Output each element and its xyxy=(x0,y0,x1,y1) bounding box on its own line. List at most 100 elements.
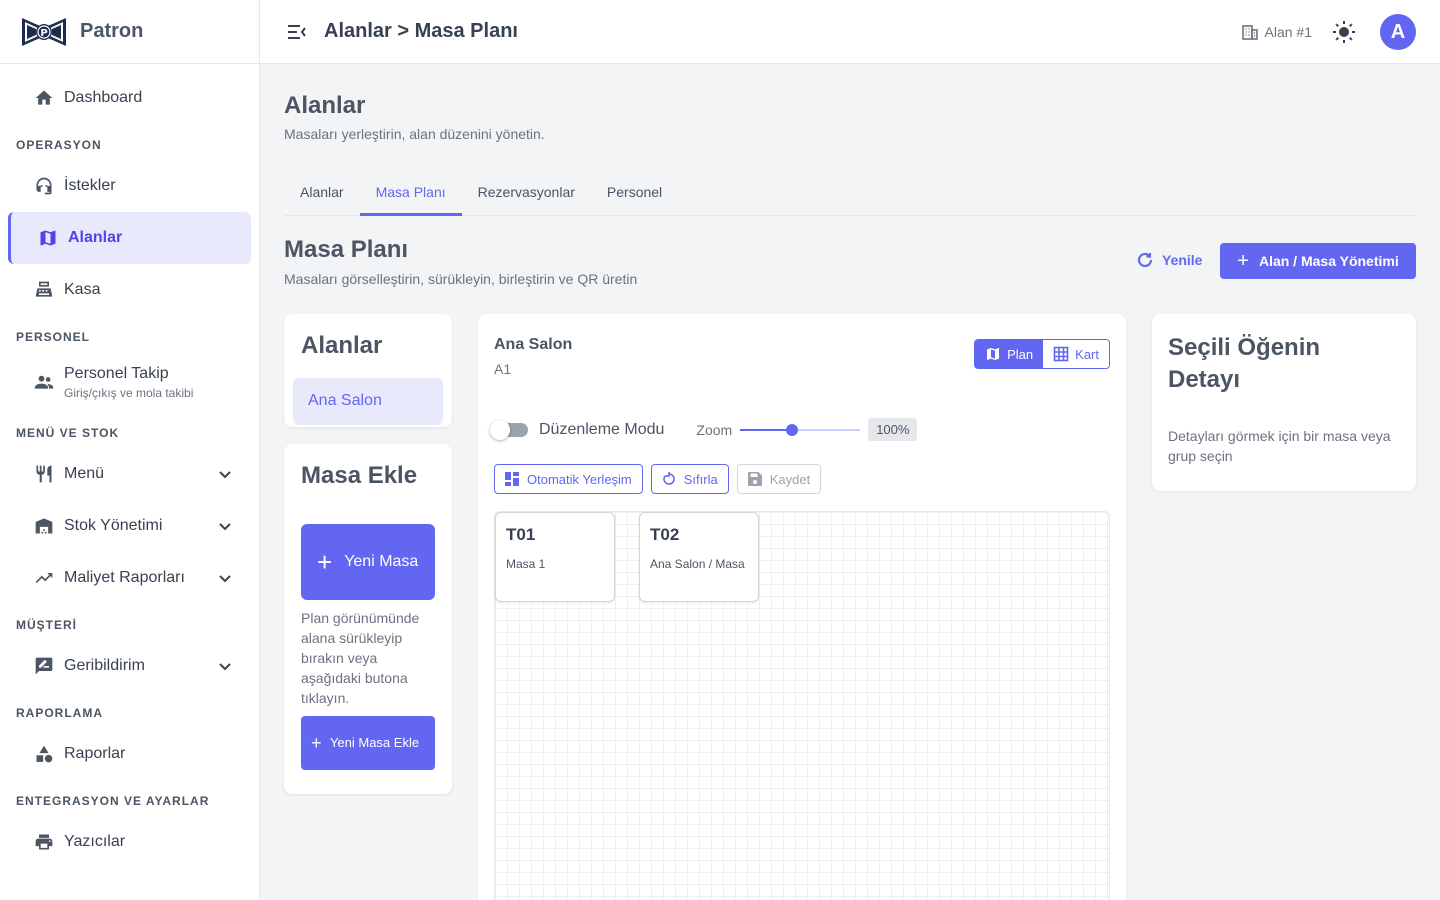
breadcrumb: Alanlar > Masa Planı xyxy=(324,20,518,42)
refresh-button[interactable]: Yenile xyxy=(1136,251,1202,269)
add-table-card: Masa Ekle + Yeni Masa Plan görünümünde a… xyxy=(284,444,452,794)
area-table-management-button[interactable]: + Alan / Masa Yönetimi xyxy=(1220,243,1416,279)
new-table-draggable-button[interactable]: + Yeni Masa xyxy=(301,524,435,600)
sidebar-item-maliyet[interactable]: Maliyet Raporları xyxy=(8,552,251,604)
plan-area-name: Ana Salon xyxy=(494,336,573,353)
sidebar-item-label: Geribildirim xyxy=(64,657,145,674)
feedback-icon xyxy=(34,656,54,676)
map-icon xyxy=(987,348,1000,360)
trending-up-icon xyxy=(34,568,54,588)
sidebar-item-label: Raporlar xyxy=(64,745,126,762)
auto-layout-label: Otomatik Yerleşim xyxy=(527,471,632,487)
tab-rezervasyonlar[interactable]: Rezervasyonlar xyxy=(462,172,591,216)
table-code: T01 xyxy=(506,525,536,544)
brand[interactable]: P Patron xyxy=(0,0,259,64)
edit-mode-switch[interactable] xyxy=(490,419,528,440)
tab-bar: Alanlar Masa Planı Rezervasyonlar Person… xyxy=(284,172,1416,216)
sidebar-item-label: Menü xyxy=(64,465,105,482)
home-icon xyxy=(34,88,54,108)
table-name: Masa 1 xyxy=(506,557,546,571)
sidebar-nav: Dashboard OPERASYON İstekler Alanlar Kas… xyxy=(0,64,259,868)
refresh-icon xyxy=(1137,252,1153,268)
area-chip-label: Alan #1 xyxy=(1264,24,1312,40)
add-new-table-button[interactable]: + Yeni Masa Ekle xyxy=(301,716,435,770)
sidebar-item-stok[interactable]: Stok Yönetimi xyxy=(8,500,251,552)
plus-icon: + xyxy=(311,732,322,753)
save-label: Kaydet xyxy=(769,471,811,487)
svg-text:P: P xyxy=(40,28,47,39)
view-plan-button[interactable]: Plan xyxy=(975,340,1044,368)
people-icon xyxy=(34,372,54,392)
sidebar-item-kasa[interactable]: Kasa xyxy=(8,264,251,316)
plus-icon: + xyxy=(1237,249,1249,272)
plan-area-code: A1 xyxy=(494,361,512,377)
page-subtitle: Masaları yerleştirin, alan düzenini yöne… xyxy=(284,126,545,142)
table-card-t02[interactable]: T02 Ana Salon / Masa xyxy=(639,512,759,602)
sidebar-item-label: Kasa xyxy=(64,281,101,298)
view-card-label: Kart xyxy=(1075,346,1099,362)
sidebar-item-yazicilar[interactable]: Yazıcılar xyxy=(8,816,251,868)
sidebar-item-label: Maliyet Raporları xyxy=(64,569,185,586)
sidebar-item-menu[interactable]: Menü xyxy=(8,448,251,500)
new-table-label: Yeni Masa xyxy=(344,553,419,570)
sidebar-item-raporlar[interactable]: Raporlar xyxy=(8,728,251,780)
sidebar-item-label: İstekler xyxy=(64,177,116,194)
sidebar-item-alanlar[interactable]: Alanlar xyxy=(8,212,251,264)
sidebar: P Patron Dashboard OPERASYON İstekler Al… xyxy=(0,0,260,900)
chevron-down-icon[interactable] xyxy=(217,518,233,534)
primary-button-label: Alan / Masa Yönetimi xyxy=(1258,253,1399,269)
tab-alanlar[interactable]: Alanlar xyxy=(284,172,360,216)
sidebar-item-label: Yazıcılar xyxy=(64,833,126,850)
add-table-help-text: Plan görünümünde alana sürükleyip bırakı… xyxy=(301,610,420,706)
chevron-down-icon[interactable] xyxy=(217,466,233,482)
edit-mode-label: Düzenleme Modu xyxy=(539,420,665,438)
sidebar-item-dashboard[interactable]: Dashboard xyxy=(8,72,251,124)
brand-name: Patron xyxy=(80,20,144,42)
section-musteri: MÜŞTERİ xyxy=(16,618,77,632)
chevron-down-icon[interactable] xyxy=(217,658,233,674)
zoom-slider-thumb[interactable] xyxy=(785,423,798,436)
page-title: Alanlar xyxy=(284,92,366,119)
floor-plan-canvas[interactable]: T01 Masa 1 T02 Ana Salon / Masa xyxy=(494,511,1110,900)
topbar-actions: Alan #1 A xyxy=(1241,14,1416,50)
refresh-label: Yenile xyxy=(1162,252,1203,268)
table-name: Ana Salon / Masa xyxy=(650,557,745,571)
bowtie-logo-icon: P xyxy=(22,17,66,46)
zoom-label: Zoom xyxy=(696,421,733,438)
tab-masa-plani[interactable]: Masa Planı xyxy=(359,172,462,216)
section-subtitle: Masaları görselleştirin, sürükleyin, bir… xyxy=(284,271,638,287)
sidebar-item-istekler[interactable]: İstekler xyxy=(8,160,251,212)
zoom-slider[interactable] xyxy=(740,420,861,440)
switch-knob xyxy=(490,419,510,440)
map-icon xyxy=(38,228,58,248)
category-icon xyxy=(34,744,54,764)
section-entegrasyon: ENTEGRASYON VE AYARLAR xyxy=(16,794,210,808)
tab-personel[interactable]: Personel xyxy=(591,172,678,216)
sidebar-item-geribildirim[interactable]: Geribildirim xyxy=(8,640,251,692)
save-icon xyxy=(747,472,762,486)
auto-layout-button[interactable]: Otomatik Yerleşim xyxy=(494,464,643,494)
menu-collapse-icon[interactable] xyxy=(286,21,308,43)
plan-toolbar: Otomatik Yerleşim Sıfırla Kaydet xyxy=(494,464,829,494)
area-selector[interactable]: Alan #1 xyxy=(1241,23,1312,41)
avatar[interactable]: A xyxy=(1380,14,1416,50)
reset-icon xyxy=(662,472,675,485)
chevron-down-icon[interactable] xyxy=(217,570,233,586)
section-raporlama: RAPORLAMA xyxy=(16,706,103,720)
plan-controls-row: Düzenleme Modu Zoom 100% xyxy=(490,418,918,441)
save-button[interactable]: Kaydet xyxy=(736,464,822,494)
view-card-button[interactable]: Kart xyxy=(1043,340,1109,368)
sidebar-item-personel-takip[interactable]: Personel Takip Giriş/çıkış ve mola takib… xyxy=(8,352,251,412)
section-menu-stok: MENÜ VE STOK xyxy=(16,426,120,440)
printer-icon xyxy=(34,832,54,852)
reset-button[interactable]: Sıfırla xyxy=(650,464,729,494)
table-card-t01[interactable]: T01 Masa 1 xyxy=(495,512,615,602)
section-personel: PERSONEL xyxy=(16,330,91,344)
detail-title: Seçili Öğenin Detayı xyxy=(1168,334,1321,393)
theme-toggle-sun-icon[interactable] xyxy=(1332,20,1356,44)
add-new-table-label: Yeni Masa Ekle xyxy=(329,735,420,750)
cash-register-icon xyxy=(34,280,54,300)
section-title: Masa Planı xyxy=(284,236,409,263)
area-list-item[interactable]: Ana Salon xyxy=(293,378,443,425)
detail-hint: Detayları görmek için bir masa veya grup… xyxy=(1168,428,1391,464)
